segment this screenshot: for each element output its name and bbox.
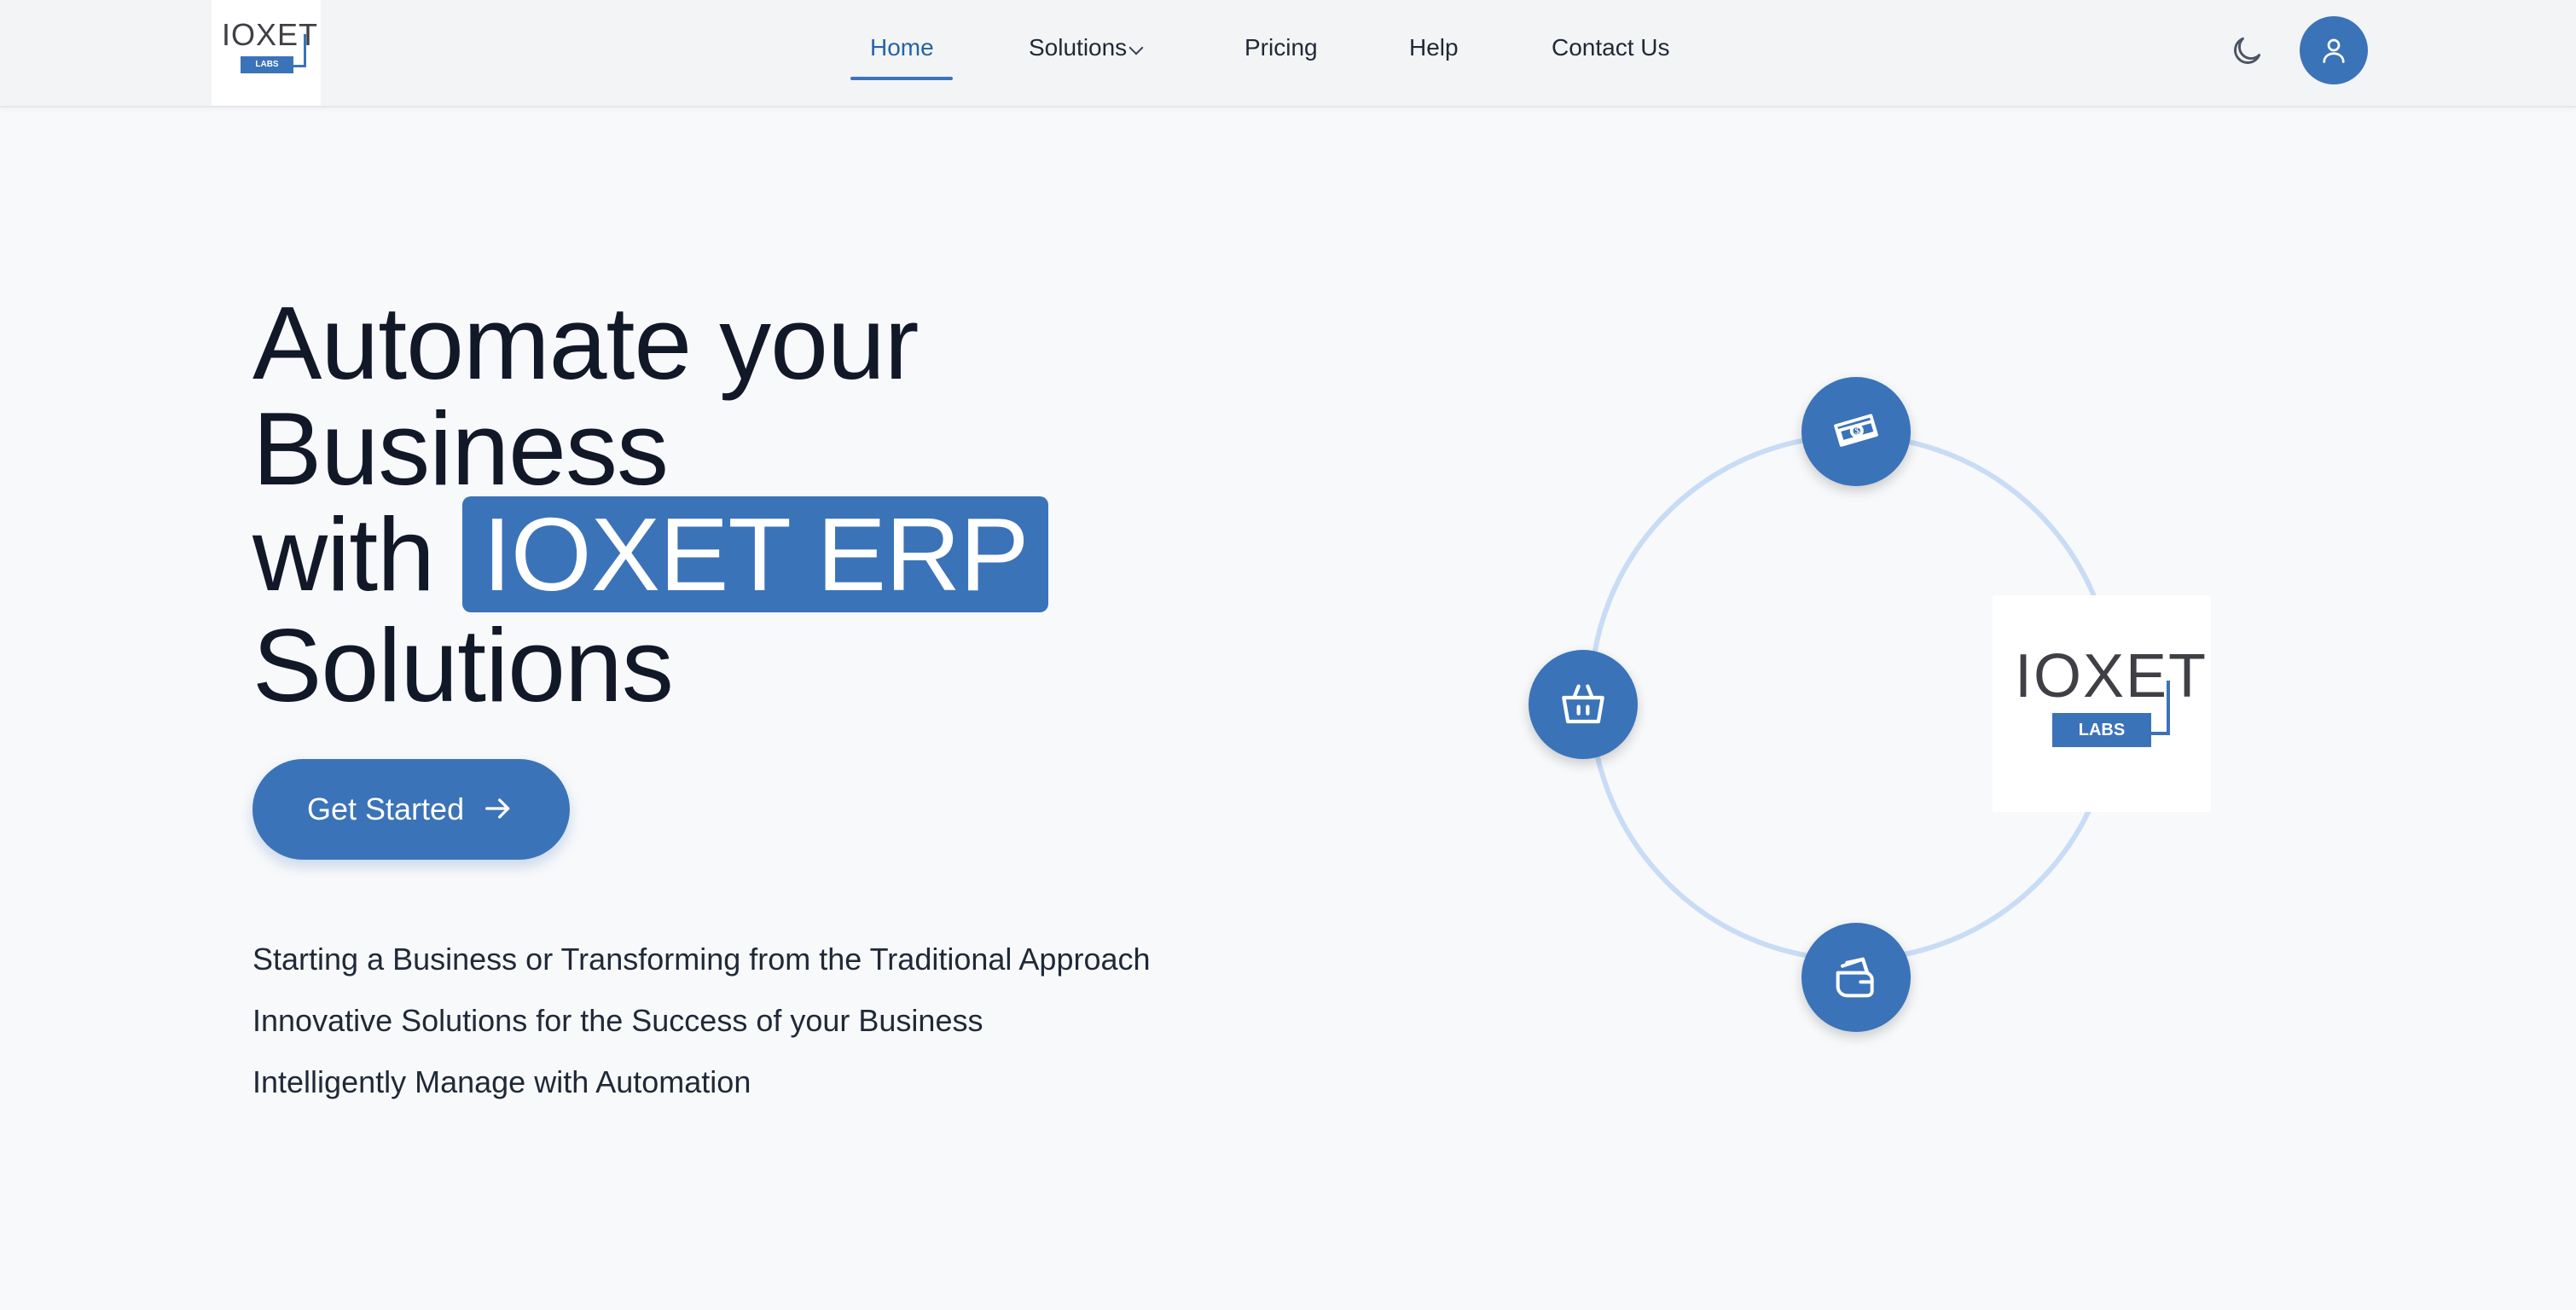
tagline-item: Starting a Business or Transforming from… xyxy=(252,942,1151,977)
center-logo-labs-badge: LABS xyxy=(2052,713,2151,747)
hero-title-highlight: IOXET ERP xyxy=(461,496,1049,612)
hero-title-line-2: Business xyxy=(252,391,669,507)
logo-bracket xyxy=(293,34,306,67)
arrow-right-icon xyxy=(485,798,510,819)
svg-text:$: $ xyxy=(1854,426,1860,437)
nav-contact-us[interactable]: Contact Us xyxy=(1552,34,1670,61)
nav-pricing[interactable]: Pricing xyxy=(1244,34,1318,61)
tagline-item: Innovative Solutions for the Success of … xyxy=(252,1003,983,1038)
basket-icon xyxy=(1562,684,1604,724)
user-account-button[interactable] xyxy=(2300,16,2368,84)
top-nav-bar: IOXET LABS Home Solutions Pricing Help C… xyxy=(0,0,2576,107)
hero-taglines: Starting a Business or Transforming from… xyxy=(252,942,1151,1126)
basket-node xyxy=(1529,650,1638,759)
tagline-item: Intelligently Manage with Automation xyxy=(252,1064,751,1099)
chevron-down-icon[interactable] xyxy=(1128,40,1144,55)
nav-solutions[interactable]: Solutions xyxy=(1029,34,1127,61)
hero-title-with: with xyxy=(252,496,435,612)
money-node: $ xyxy=(1801,377,1911,486)
brand-logo[interactable]: IOXET LABS xyxy=(212,0,321,106)
get-started-label: Get Started xyxy=(307,791,465,826)
nav-active-indicator xyxy=(850,77,953,80)
wallet-node xyxy=(1801,923,1911,1032)
center-logo: IOXET LABS xyxy=(1993,595,2211,812)
center-logo-wordmark: IOXET xyxy=(2015,642,2208,710)
hero-title-line-3: with IOXET ERP xyxy=(252,496,1276,612)
center-logo-bracket xyxy=(2151,681,2170,735)
nav-help[interactable]: Help xyxy=(1409,34,1459,61)
hero-heading: Automate your Business with IOXET ERP So… xyxy=(252,290,1276,718)
moon-icon[interactable] xyxy=(2228,32,2266,70)
hero-title-line-4: Solutions xyxy=(252,607,674,723)
hero-title-line-1: Automate your xyxy=(252,285,919,401)
get-started-button[interactable]: Get Started xyxy=(252,759,570,860)
money-icon: $ xyxy=(1834,414,1878,447)
wallet-icon xyxy=(1836,957,1874,998)
logo-labs-badge: LABS xyxy=(241,56,293,73)
user-icon xyxy=(2323,38,2345,63)
nav-home[interactable]: Home xyxy=(870,34,934,61)
